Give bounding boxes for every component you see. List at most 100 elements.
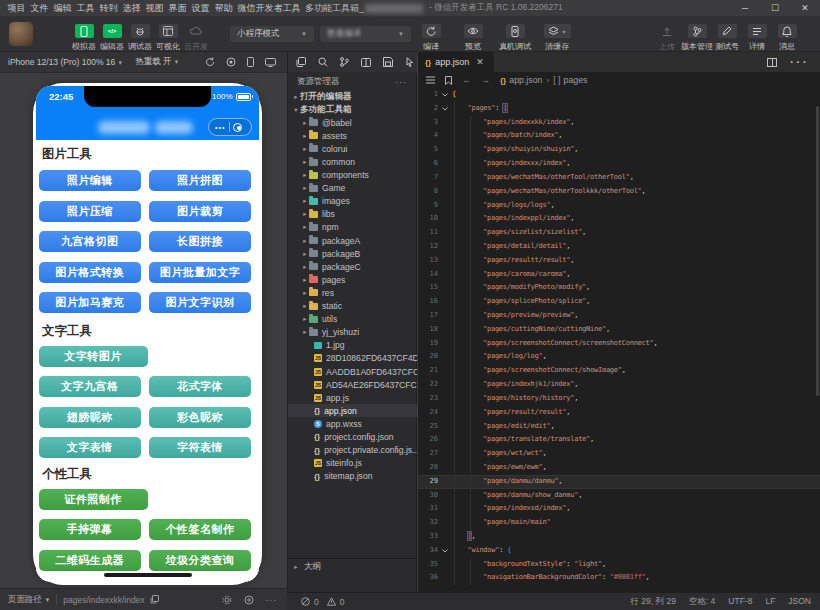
tree-item-static[interactable]: ▸static — [288, 300, 417, 313]
hot-reload-toggle[interactable]: 热重载 开▼ — [127, 56, 183, 68]
breadcrumb-node[interactable]: pages — [564, 75, 588, 85]
tree-item-res[interactable]: ▸res — [288, 286, 417, 299]
tree-section[interactable]: ▾多功能工具箱 — [288, 103, 417, 116]
tool-button[interactable]: 证件照制作 — [39, 489, 148, 510]
tree-item-1.jpg[interactable]: 1.jpg — [288, 339, 417, 352]
tool-button[interactable]: 长图拼接 — [149, 231, 251, 252]
编译-button[interactable]: 编译 — [410, 24, 452, 52]
device-select[interactable]: iPhone 12/13 (Pro) 100% 16▼ — [0, 57, 127, 67]
editor-scrollbar[interactable] — [816, 106, 819, 396]
tree-item-libs[interactable]: ▸libs — [288, 208, 417, 221]
user-avatar[interactable] — [9, 22, 33, 46]
nav-back-icon[interactable]: ← — [462, 75, 471, 85]
测试号-button[interactable]: 测试号 — [712, 24, 742, 52]
copy-icon[interactable] — [150, 595, 159, 604]
menu-item[interactable]: 选择 — [120, 0, 143, 16]
more-icon[interactable]: ··· — [266, 595, 278, 605]
tool-button[interactable]: 二维码生成器 — [39, 550, 141, 571]
tool-button[interactable]: 文字表情 — [39, 437, 141, 458]
language-mode[interactable]: JSON — [788, 596, 811, 608]
tree-item-project.config.json[interactable]: {}project.config.json — [288, 430, 417, 443]
tool-button[interactable]: 照片压缩 — [39, 201, 141, 222]
tool-button[interactable]: 文字九宫格 — [39, 376, 141, 397]
tool-button[interactable]: 花式字体 — [149, 376, 251, 397]
tree-item-npm[interactable]: ▸npm — [288, 221, 417, 234]
版本管理-button[interactable]: 版本管理 — [682, 24, 712, 52]
minimize-button[interactable]: ─ — [730, 0, 760, 16]
tree-item-packageC[interactable]: ▸packageC — [288, 260, 417, 273]
tool-button[interactable]: 字符表情 — [149, 437, 251, 458]
tree-item-28D10862FD6437CF4D...[interactable]: JS28D10862FD6437CF4D... — [288, 352, 417, 365]
outline-section[interactable]: ▸大纲 — [288, 558, 417, 574]
encoding[interactable]: UTF-8 — [728, 596, 752, 608]
menu-item[interactable]: 界面 — [166, 0, 189, 16]
tree-item-yj_yishuzi[interactable]: ▸yj_yishuzi — [288, 326, 417, 339]
mode-select[interactable]: 小程序模式▼ — [230, 26, 314, 42]
menu-item[interactable]: 文件 — [28, 0, 51, 16]
tree-item-assets[interactable]: ▸assets — [288, 129, 417, 142]
tree-item-siteinfo.js[interactable]: JSsiteinfo.js — [288, 457, 417, 470]
menu-item[interactable]: 设置 — [189, 0, 212, 16]
模拟器-button[interactable]: 模拟器 — [70, 24, 98, 52]
真机调试-button[interactable]: 真机调试 — [494, 24, 536, 52]
可视化-button[interactable]: 可视化 — [154, 24, 182, 52]
menu-item[interactable]: 转到 — [97, 0, 120, 16]
详情-button[interactable]: 详情 — [742, 24, 772, 52]
tree-item-app.wxss[interactable]: Sapp.wxss — [288, 417, 417, 430]
tool-button[interactable]: 彩色昵称 — [149, 407, 251, 428]
tab-app-json[interactable]: {} app.json ✕ — [418, 52, 494, 72]
menu-item[interactable]: 帮助 — [212, 0, 235, 16]
menu-item[interactable]: 编辑 — [51, 0, 74, 16]
compile-mode-select[interactable]: 普通编译▼ — [320, 26, 411, 42]
调试器-button[interactable]: 调试器 — [126, 24, 154, 52]
more-actions-icon[interactable]: ··· — [395, 77, 417, 87]
tree-item-pages[interactable]: ▸pages — [288, 273, 417, 286]
tree-item-colorui[interactable]: ▸colorui — [288, 142, 417, 155]
capsule-menu[interactable]: ••• — [208, 118, 252, 136]
编辑器-button[interactable]: </>编辑器 — [98, 24, 126, 52]
tool-button[interactable]: 图片裁剪 — [149, 201, 251, 222]
indent-setting[interactable]: 空格: 4 — [689, 596, 715, 608]
tree-item-Game[interactable]: ▸Game — [288, 182, 417, 195]
close-tab-icon[interactable]: ✕ — [476, 57, 484, 67]
tree-item-packageB[interactable]: ▸packageB — [288, 247, 417, 260]
menu-item[interactable]: 项目 — [5, 0, 28, 16]
tool-button[interactable]: 文字转图片 — [39, 346, 148, 367]
menu-item[interactable]: 工具 — [74, 0, 97, 16]
tree-item-project.private.config.js...[interactable]: {}project.private.config.js... — [288, 444, 417, 457]
tree-item-AD54AE26FD6437CFC...[interactable]: JSAD54AE26FD6437CFC... — [288, 378, 417, 391]
errors-icon[interactable] — [301, 597, 310, 606]
云开发-button[interactable]: 云开发 — [182, 24, 210, 52]
tool-button[interactable]: 翅膀昵称 — [39, 407, 141, 428]
split-editor-icon[interactable] — [767, 58, 777, 67]
tree-item-common[interactable]: ▸common — [288, 155, 417, 168]
menu-item[interactable]: 微信开发者工具 — [235, 0, 303, 16]
tree-item-AADDB1A0FD6437CFC...[interactable]: JSAADDB1A0FD6437CFC... — [288, 365, 417, 378]
预览-button[interactable]: 预览 — [452, 24, 494, 52]
清缓存-button[interactable]: ▾清缓存 — [536, 24, 578, 52]
tree-item-components[interactable]: ▸components — [288, 169, 417, 182]
消息-button[interactable]: 消息 — [772, 24, 802, 52]
menu-item[interactable]: 视图 — [143, 0, 166, 16]
nav-forward-icon[interactable]: → — [481, 75, 490, 85]
eol[interactable]: LF — [765, 596, 775, 608]
page-path-label[interactable]: 页面路径 ▼ — [0, 594, 50, 606]
tree-item-utils[interactable]: ▸utils — [288, 313, 417, 326]
code-area[interactable]: 1{2"pages": [3"pages/indexxkk/index",4"p… — [418, 88, 820, 592]
tree-item-images[interactable]: ▸images — [288, 195, 417, 208]
tool-button[interactable]: 图片批量加文字 — [149, 262, 251, 283]
warnings-icon[interactable] — [327, 597, 336, 606]
tree-item-sitemap.json[interactable]: {}sitemap.json — [288, 470, 417, 483]
tree-item-app.js[interactable]: JSapp.js — [288, 391, 417, 404]
tree-item-@babel[interactable]: ▸@babel — [288, 116, 417, 129]
tool-button[interactable]: 图片格式转换 — [39, 262, 141, 283]
breadcrumb-file[interactable]: app.json — [509, 75, 542, 85]
上传-button[interactable]: 上传 — [652, 24, 682, 52]
tree-item-app.json[interactable]: {}app.json — [288, 404, 417, 417]
tree-section[interactable]: ▸打开的编辑器 — [288, 90, 417, 103]
close-button[interactable]: ✕ — [790, 0, 820, 16]
tool-button[interactable]: 照片编辑 — [39, 170, 141, 191]
tool-button[interactable]: 垃圾分类查询 — [149, 550, 251, 571]
tool-button[interactable]: 图片文字识别 — [149, 292, 251, 313]
maximize-button[interactable]: ☐ — [760, 0, 790, 16]
